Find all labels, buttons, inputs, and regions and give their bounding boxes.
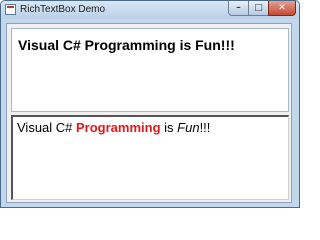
window-title: RichTextBox Demo <box>20 4 106 15</box>
minimize-button[interactable]: – <box>228 1 249 16</box>
form-client-area: Visual C# Programming is Fun!!! Visual C… <box>6 23 292 203</box>
close-button[interactable]: ✕ <box>268 1 296 16</box>
top-richtextbox-text: Visual C# Programming is Fun!!! <box>18 37 235 53</box>
rtb-segment-plain: Visual C# <box>17 120 77 135</box>
app-window: RichTextBox Demo – □ ✕ Visual C# Program… <box>0 0 300 208</box>
title-bar[interactable]: RichTextBox Demo – □ ✕ <box>1 1 299 19</box>
maximize-button[interactable]: □ <box>248 1 269 16</box>
bottom-richtextbox[interactable]: Visual C# Programming is Fun!!! <box>11 115 289 200</box>
rtb-segment-plain-is: is <box>160 120 178 135</box>
app-icon <box>5 4 16 15</box>
rtb-segment-exclaim: !!! <box>199 120 211 135</box>
rtb-segment-italic: Fun <box>177 120 200 135</box>
bottom-richtextbox-line: Visual C# Programming is Fun!!! <box>17 120 210 135</box>
rtb-segment-red-bold: Programming <box>76 120 161 135</box>
top-richtextbox[interactable]: Visual C# Programming is Fun!!! <box>11 28 289 112</box>
